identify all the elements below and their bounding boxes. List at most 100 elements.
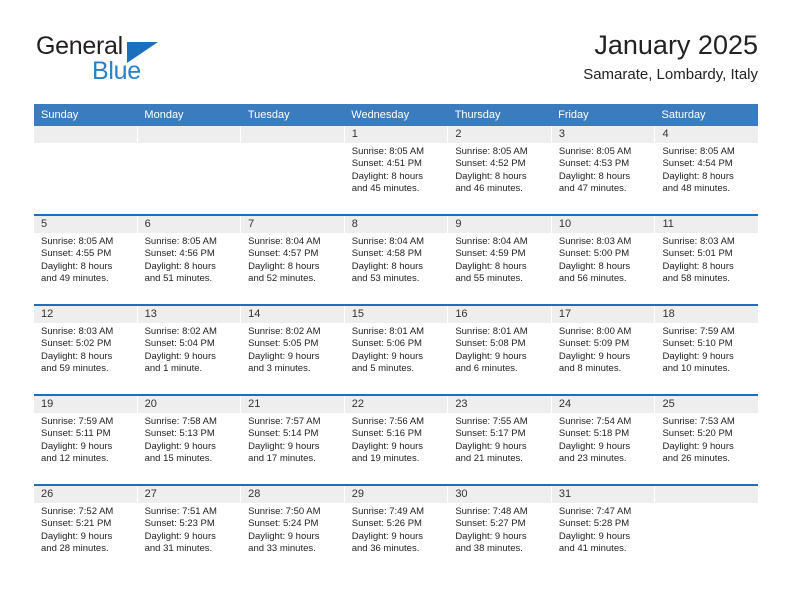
daylight-text-line1: Daylight: 9 hours	[351, 530, 424, 542]
sunrise-text: Sunrise: 7:59 AM	[41, 416, 114, 427]
sunrise-text: Sunrise: 8:05 AM	[351, 146, 425, 157]
sunrise-text: Sunrise: 8:03 AM	[41, 326, 114, 337]
calendar-day-cell[interactable]: 24 Sunrise: 7:54 AM Sunset: 5:18 PM Dayligh…	[551, 396, 656, 484]
day-number	[34, 126, 137, 143]
calendar-day-cell[interactable]: 22 Sunrise: 7:56 AM Sunset: 5:16 PM Dayligh…	[344, 396, 449, 484]
calendar-day-cell[interactable]: 21 Sunrise: 7:57 AM Sunset: 5:14 PM Dayligh…	[241, 396, 345, 484]
calendar-day-cell[interactable]: 29 Sunrise: 7:49 AM Sunset: 5:26 PM Dayligh…	[344, 486, 449, 574]
calendar-grid: Sunday Monday Tuesday Wednesday Thursday Frid…	[34, 104, 759, 574]
day-sun-info: Sunrise: 8:00 AM Sunset: 5:09 PM Daylight:…	[552, 323, 655, 376]
calendar-day-cell[interactable]: 17 Sunrise: 8:00 AM Sunset: 5:09 PM Dayligh…	[551, 306, 656, 394]
daylight-text-line2: and 45 minutes.	[351, 183, 420, 195]
calendar-day-cell[interactable]: 9 Sunrise: 8:04 AM Sunset: 4:59 PM Daylight…	[448, 216, 552, 304]
daylight-text-line1: Daylight: 8 hours	[455, 170, 527, 182]
calendar-day-cell[interactable]: 15 Sunrise: 8:01 AM Sunset: 5:06 PM Dayligh…	[344, 306, 449, 394]
sunrise-text: Sunrise: 8:01 AM	[351, 326, 425, 337]
generalblue-logo[interactable]: General Blue	[34, 32, 204, 88]
calendar-day-cell[interactable]: 3 Sunrise: 8:05 AM Sunset: 4:53 PM Daylight…	[551, 126, 656, 214]
logo-text-blue: Blue	[92, 57, 141, 85]
day-number: 8	[344, 216, 448, 233]
calendar-day-cell[interactable]: 23 Sunrise: 7:55 AM Sunset: 5:17 PM Dayligh…	[448, 396, 552, 484]
calendar-day-cell[interactable]: 19 Sunrise: 7:59 AM Sunset: 5:11 PM Dayligh…	[34, 396, 138, 484]
calendar-week-row: 5 Sunrise: 8:05 AM Sunset: 4:55 PM Daylight…	[34, 214, 759, 304]
calendar-day-cell[interactable]: 1 Sunrise: 8:05 AM Sunset: 4:51 PM Daylight…	[344, 126, 449, 214]
sunrise-text: Sunrise: 8:02 AM	[144, 326, 217, 337]
calendar-day-cell[interactable]: 26 Sunrise: 7:52 AM Sunset: 5:21 PM Dayligh…	[34, 486, 138, 574]
sunrise-text: Sunrise: 8:05 AM	[144, 236, 217, 247]
calendar-day-cell[interactable]: 28 Sunrise: 7:50 AM Sunset: 5:24 PM Dayligh…	[241, 486, 345, 574]
daylight-text-line2: and 17 minutes.	[248, 453, 316, 465]
day-number: 20	[137, 396, 241, 413]
calendar-day-cell-empty	[137, 126, 242, 214]
calendar-day-cell[interactable]: 11 Sunrise: 8:03 AM Sunset: 5:01 PM Dayligh…	[655, 216, 759, 304]
day-sun-info: Sunrise: 7:48 AM Sunset: 5:27 PM Daylight:…	[448, 503, 551, 556]
daylight-text-line1: Daylight: 9 hours	[558, 440, 631, 452]
day-number: 9	[448, 216, 551, 233]
daylight-text-line1: Daylight: 9 hours	[41, 530, 113, 542]
daylight-text-line2: and 26 minutes.	[662, 453, 731, 465]
day-sun-info: Sunrise: 8:02 AM Sunset: 5:05 PM Daylight:…	[241, 323, 344, 376]
calendar-day-cell[interactable]: 13 Sunrise: 8:02 AM Sunset: 5:04 PM Dayligh…	[137, 306, 242, 394]
calendar-day-cell[interactable]: 4 Sunrise: 8:05 AM Sunset: 4:54 PM Daylight…	[655, 126, 759, 214]
day-number: 18	[655, 306, 759, 323]
calendar-day-cell[interactable]: 7 Sunrise: 8:04 AM Sunset: 4:57 PM Daylight…	[241, 216, 345, 304]
daylight-text-line1: Daylight: 9 hours	[248, 530, 320, 542]
day-number: 24	[551, 396, 655, 413]
daylight-text-line2: and 52 minutes.	[248, 273, 316, 285]
calendar-day-cell[interactable]: 8 Sunrise: 8:04 AM Sunset: 4:58 PM Daylight…	[344, 216, 449, 304]
daylight-text-line2: and 21 minutes.	[455, 453, 523, 465]
day-number: 26	[34, 486, 137, 503]
day-sun-info: Sunrise: 7:58 AM Sunset: 5:13 PM Daylight:…	[138, 413, 241, 466]
calendar-day-cell[interactable]: 12 Sunrise: 8:03 AM Sunset: 5:02 PM Dayligh…	[34, 306, 138, 394]
daylight-text-line1: Daylight: 9 hours	[144, 350, 216, 362]
day-number	[241, 126, 344, 143]
calendar-day-cell-empty	[34, 126, 138, 214]
calendar-page: General Blue January 2025 Samarate, Lomb…	[0, 0, 792, 612]
calendar-week-row: 26 Sunrise: 7:52 AM Sunset: 5:21 PM Dayligh…	[34, 484, 759, 574]
day-number: 7	[241, 216, 344, 233]
calendar-day-cell[interactable]: 14 Sunrise: 8:02 AM Sunset: 5:05 PM Dayligh…	[241, 306, 345, 394]
sunrise-text: Sunrise: 7:59 AM	[662, 326, 735, 337]
daylight-text-line1: Daylight: 9 hours	[144, 530, 216, 542]
day-sun-info: Sunrise: 7:59 AM Sunset: 5:10 PM Daylight:…	[655, 323, 758, 376]
calendar-day-cell[interactable]: 5 Sunrise: 8:05 AM Sunset: 4:55 PM Daylight…	[34, 216, 138, 304]
day-number: 17	[551, 306, 655, 323]
daylight-text-line1: Daylight: 8 hours	[558, 170, 631, 182]
day-number: 19	[34, 396, 137, 413]
sunrise-text: Sunrise: 8:04 AM	[248, 236, 321, 247]
sunrise-text: Sunrise: 7:57 AM	[248, 416, 321, 427]
daylight-text-line1: Daylight: 9 hours	[248, 440, 320, 452]
calendar-day-cell[interactable]: 2 Sunrise: 8:05 AM Sunset: 4:52 PM Daylight…	[448, 126, 552, 214]
sunset-text: Sunset: 4:53 PM	[558, 158, 630, 170]
day-number: 2	[448, 126, 551, 143]
day-number: 16	[448, 306, 551, 323]
daylight-text-line2: and 10 minutes.	[662, 363, 731, 375]
calendar-day-cell[interactable]: 27 Sunrise: 7:51 AM Sunset: 5:23 PM Dayligh…	[137, 486, 242, 574]
calendar-day-cell[interactable]: 6 Sunrise: 8:05 AM Sunset: 4:56 PM Daylight…	[137, 216, 242, 304]
daylight-text-line1: Daylight: 8 hours	[662, 170, 734, 182]
calendar-day-cell[interactable]: 30 Sunrise: 7:48 AM Sunset: 5:27 PM Dayligh…	[448, 486, 552, 574]
day-number: 22	[344, 396, 448, 413]
day-number: 3	[551, 126, 655, 143]
calendar-day-cell[interactable]: 31 Sunrise: 7:47 AM Sunset: 5:28 PM Dayligh…	[551, 486, 656, 574]
sunset-text: Sunset: 5:27 PM	[455, 518, 526, 530]
sunrise-text: Sunrise: 8:03 AM	[558, 236, 632, 247]
calendar-day-cell[interactable]: 20 Sunrise: 7:58 AM Sunset: 5:13 PM Dayligh…	[137, 396, 242, 484]
sunset-text: Sunset: 5:23 PM	[144, 518, 215, 530]
calendar-day-cell[interactable]: 25 Sunrise: 7:53 AM Sunset: 5:20 PM Dayligh…	[655, 396, 759, 484]
daylight-text-line1: Daylight: 8 hours	[351, 170, 424, 182]
calendar-day-cell[interactable]: 16 Sunrise: 8:01 AM Sunset: 5:08 PM Dayligh…	[448, 306, 552, 394]
day-number: 21	[241, 396, 344, 413]
weekday-header-saturday: Saturday	[661, 109, 706, 121]
day-number: 15	[344, 306, 448, 323]
calendar-day-cell[interactable]: 18 Sunrise: 7:59 AM Sunset: 5:10 PM Dayligh…	[655, 306, 759, 394]
weekday-header-friday: Friday	[558, 109, 589, 121]
sunset-text: Sunset: 4:56 PM	[144, 248, 215, 260]
day-number: 5	[34, 216, 137, 233]
sunrise-text: Sunrise: 8:00 AM	[558, 326, 632, 337]
day-number: 1	[344, 126, 448, 143]
sunset-text: Sunset: 4:52 PM	[455, 158, 526, 170]
day-sun-info: Sunrise: 7:49 AM Sunset: 5:26 PM Daylight:…	[345, 503, 448, 556]
sunset-text: Sunset: 5:08 PM	[455, 338, 526, 350]
calendar-day-cell[interactable]: 10 Sunrise: 8:03 AM Sunset: 5:00 PM Dayligh…	[551, 216, 656, 304]
